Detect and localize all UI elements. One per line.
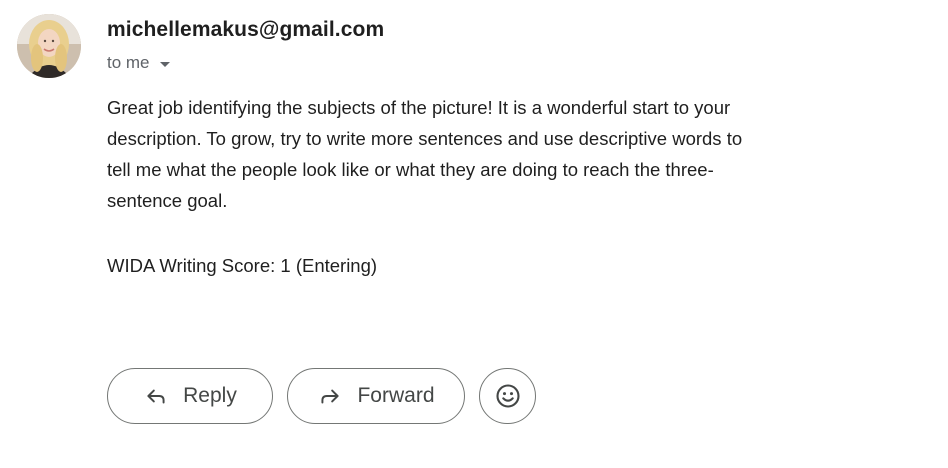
reply-arrow-icon bbox=[147, 389, 165, 404]
writing-score-line: WIDA Writing Score: 1 (Entering) bbox=[107, 255, 378, 276]
message-body: Great job identifying the subjects of th… bbox=[107, 92, 767, 216]
sender-email[interactable]: michellemakus@gmail.com bbox=[107, 18, 384, 42]
recipient-details-toggle[interactable]: to me bbox=[107, 53, 170, 73]
forward-button[interactable]: Forward bbox=[287, 368, 465, 424]
smiley-face-icon bbox=[495, 384, 520, 408]
avatar-image bbox=[17, 14, 81, 78]
reply-button[interactable]: Reply bbox=[107, 368, 273, 424]
email-message: michellemakus@gmail.com to me Great job … bbox=[0, 0, 948, 468]
forward-button-label: Forward bbox=[357, 384, 435, 407]
forward-arrow-icon bbox=[321, 389, 340, 404]
sender-avatar[interactable] bbox=[17, 14, 81, 78]
reply-button-label: Reply bbox=[183, 384, 237, 407]
emoji-reaction-button[interactable] bbox=[479, 368, 536, 424]
caret-down-icon bbox=[159, 61, 170, 67]
recipient-label: to me bbox=[107, 53, 150, 72]
message-body-paragraph: Great job identifying the subjects of th… bbox=[107, 97, 743, 211]
message-actions: Reply Forward bbox=[107, 368, 536, 424]
